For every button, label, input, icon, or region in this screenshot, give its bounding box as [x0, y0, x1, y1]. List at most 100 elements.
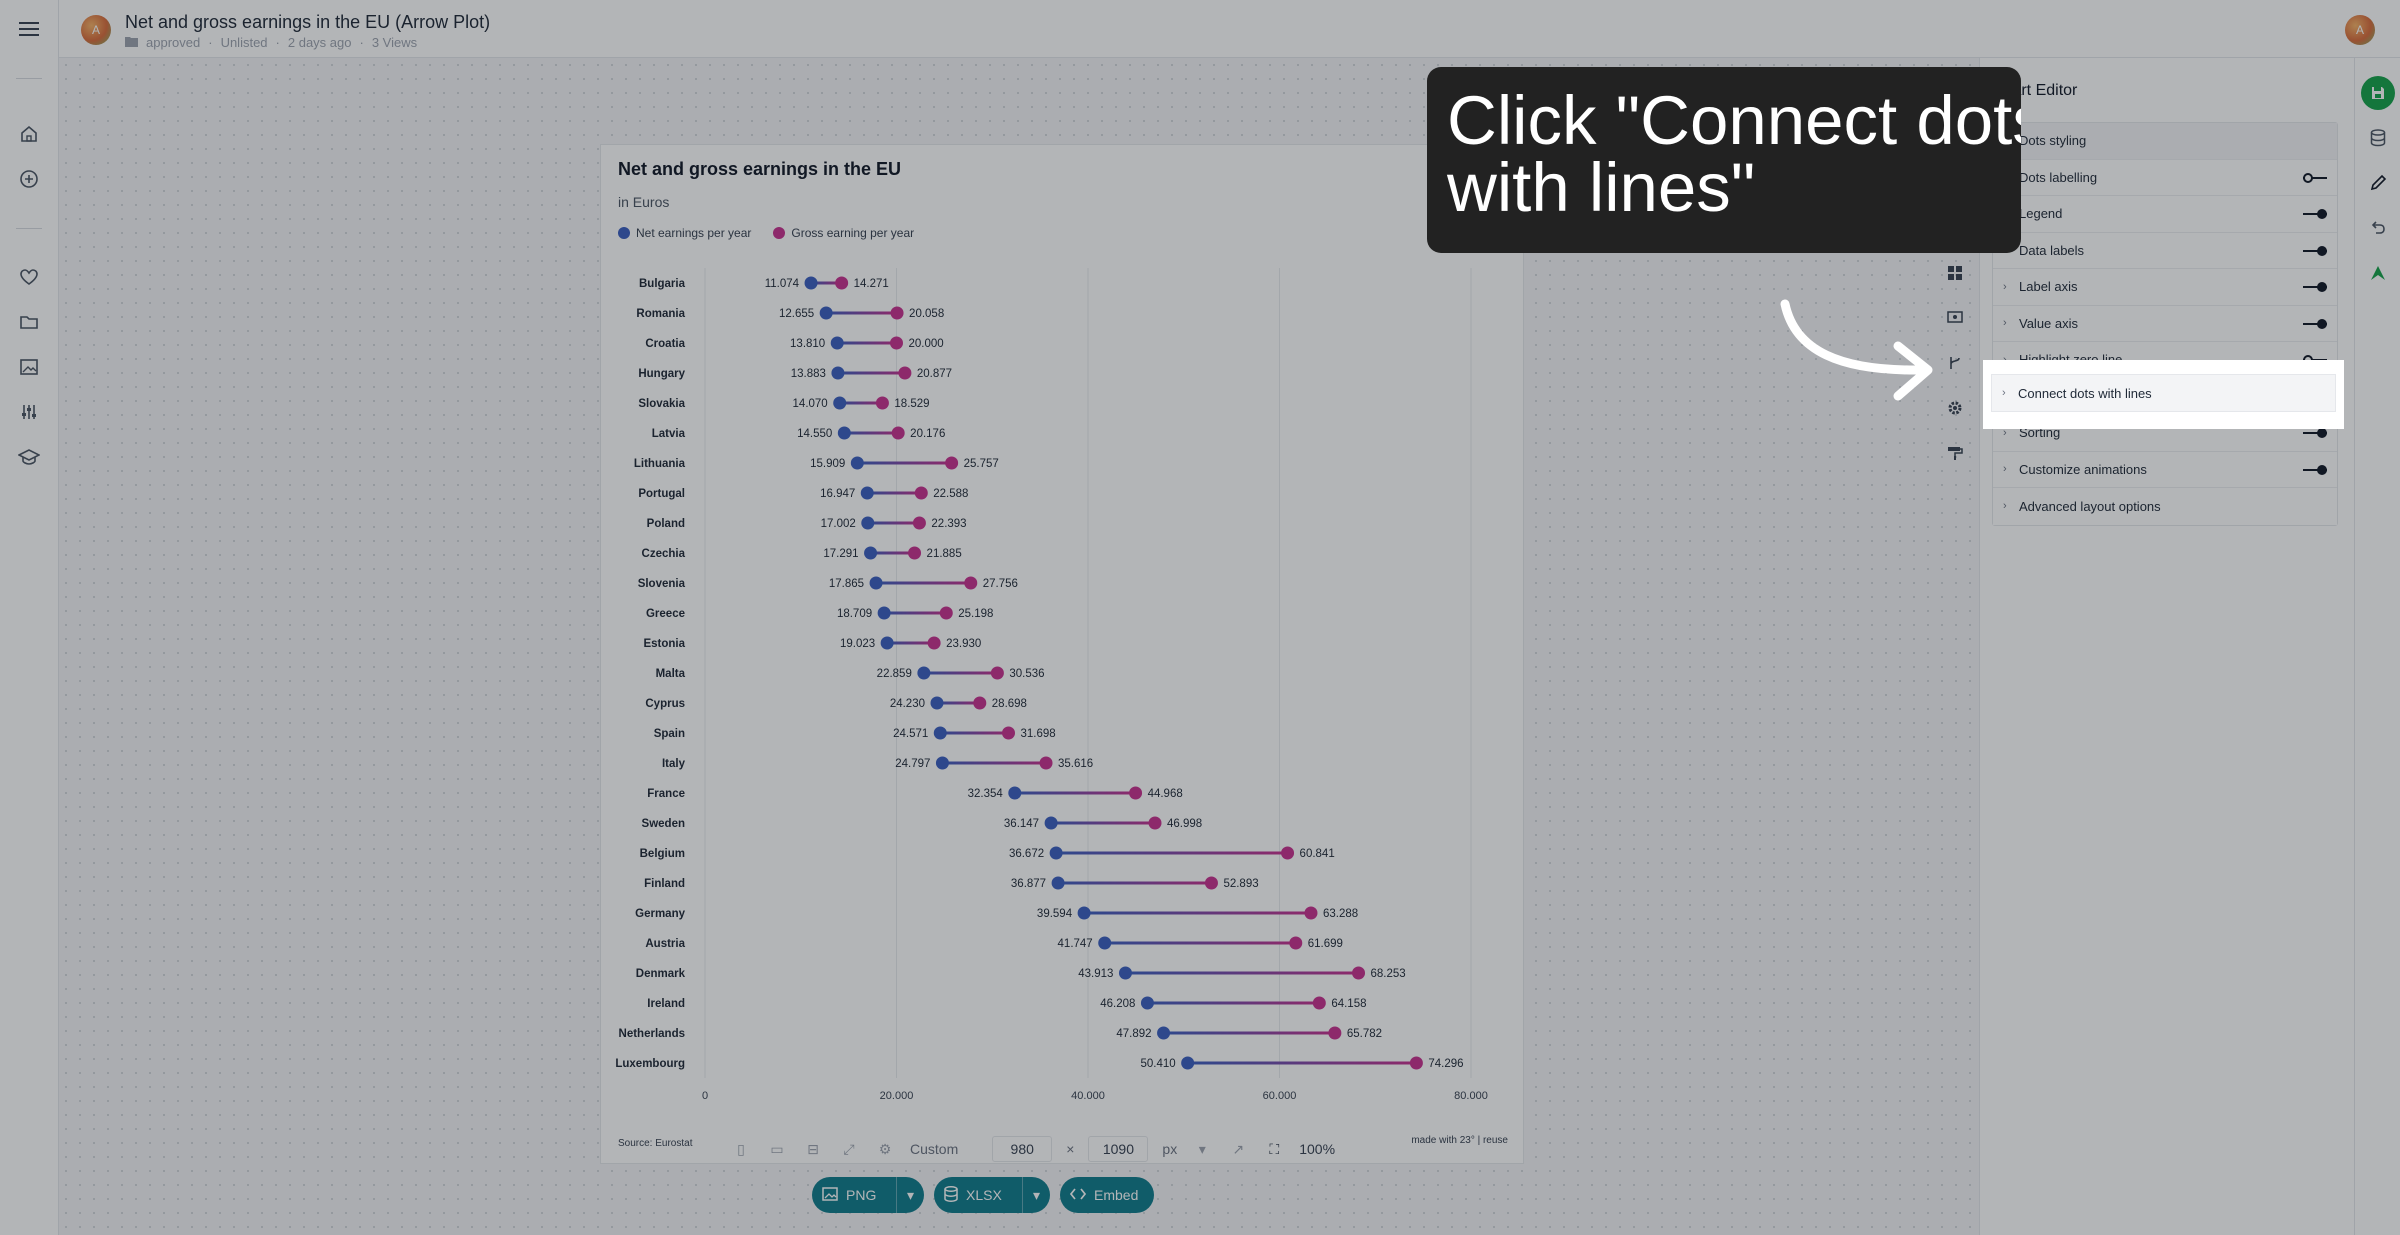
gross-dot	[945, 456, 959, 470]
size-laptop-icon[interactable]: ⊟	[802, 1138, 824, 1160]
sliders-icon[interactable]	[17, 400, 41, 424]
toggle-switch[interactable]	[2303, 282, 2327, 292]
toggle-switch[interactable]	[2303, 172, 2327, 183]
gross-data-label: 61.699	[1308, 938, 1343, 950]
net-dot	[1077, 906, 1091, 920]
gross-data-label: 25.198	[958, 608, 993, 620]
chevron-down-icon[interactable]: ▾	[1021, 1177, 1040, 1213]
size-desktop-icon[interactable]: ▯	[730, 1138, 752, 1160]
option-label: Legend	[2019, 206, 2063, 222]
chevron-down-icon[interactable]: ▾	[1191, 1138, 1213, 1160]
option-advanced-layout[interactable]: › Advanced layout options	[1993, 488, 2337, 525]
category-label: Germany	[635, 908, 685, 920]
folder-icon[interactable]	[17, 310, 41, 334]
net-dot	[833, 396, 847, 410]
home-icon[interactable]	[17, 122, 41, 146]
meta-status[interactable]: approved	[146, 35, 200, 50]
pencil-icon[interactable]	[2366, 171, 2390, 195]
width-input[interactable]: 980	[992, 1136, 1053, 1162]
paint-roller-icon[interactable]	[1943, 441, 1967, 465]
gross-data-label: 22.588	[933, 488, 968, 500]
net-dot	[819, 306, 833, 320]
gross-dot	[891, 426, 905, 440]
net-data-label: 46.208	[1100, 998, 1135, 1010]
zoom-level[interactable]: 100%	[1299, 1141, 1335, 1157]
height-input[interactable]: 1090	[1088, 1136, 1149, 1162]
gear-icon[interactable]	[1943, 396, 1967, 420]
connect-dots-with-lines-option[interactable]: › Connect dots with lines	[1991, 374, 2336, 412]
toggle-switch[interactable]	[2303, 209, 2327, 219]
gross-data-label: 35.616	[1058, 758, 1093, 770]
net-dot	[1181, 1056, 1195, 1070]
export-png-button[interactable]: PNG ▾	[812, 1177, 924, 1213]
gear-icon[interactable]: ⚙	[874, 1138, 896, 1160]
gross-dot	[927, 636, 941, 650]
chevron-down-icon[interactable]: ▾	[895, 1177, 914, 1213]
option-dots-labelling[interactable]: › Dots labelling	[1993, 159, 2337, 196]
heart-icon[interactable]	[17, 265, 41, 289]
size-preset[interactable]: Custom	[910, 1141, 958, 1157]
size-toolbar: ▯ ▭ ⊟ ⤢ ⚙ Custom 980 × 1090 px ▾ ↗ ⛶ 100…	[730, 1136, 1335, 1162]
times-sign: ×	[1066, 1141, 1075, 1157]
fullscreen-icon[interactable]: ⤢	[838, 1138, 860, 1160]
graduation-cap-icon[interactable]	[17, 445, 41, 469]
external-link-icon[interactable]: ↗	[1227, 1138, 1249, 1160]
category-label: Hungary	[638, 368, 685, 380]
category-label: Finland	[644, 878, 685, 890]
toggle-switch[interactable]	[2303, 245, 2327, 256]
option-legend[interactable]: › Legend	[1993, 196, 2337, 233]
category-label: Lithuania	[634, 458, 686, 470]
option-label: Advanced layout options	[2019, 498, 2161, 514]
gross-dot	[908, 546, 922, 560]
image-icon	[822, 1186, 838, 1204]
brand-logo-icon[interactable]	[2366, 261, 2390, 285]
option-customize-animations[interactable]: › Customize animations	[1993, 451, 2337, 488]
category-label: Latvia	[652, 428, 686, 440]
image-icon[interactable]	[17, 355, 41, 379]
chevron-right-icon: ›	[2003, 317, 2007, 330]
menu-icon[interactable]	[17, 17, 41, 41]
save-icon[interactable]	[2361, 76, 2395, 110]
option-data-labels[interactable]: › Data labels	[1993, 232, 2337, 269]
branch-icon[interactable]	[1943, 351, 1967, 375]
chart-editor-panel: Chart Editor › Dots styling › Dots label…	[1979, 58, 2354, 1235]
net-data-label: 17.002	[821, 518, 856, 530]
option-label-axis[interactable]: › Label axis	[1993, 269, 2337, 306]
undo-icon[interactable]	[2366, 216, 2390, 240]
gross-dot	[1409, 1056, 1423, 1070]
net-data-label: 14.550	[797, 428, 832, 440]
gross-data-label: 68.253	[1371, 968, 1406, 980]
toggle-switch[interactable]	[2303, 318, 2327, 329]
option-label: Connect dots with lines	[2018, 385, 2152, 401]
plus-circle-icon[interactable]	[17, 167, 41, 191]
embed-button[interactable]: Embed	[1060, 1177, 1154, 1213]
net-dot	[860, 486, 874, 500]
chart-source: Source: Eurostat	[618, 1138, 693, 1149]
toggle-switch[interactable]	[2303, 464, 2327, 475]
net-data-label: 12.655	[779, 308, 814, 320]
grid-icon[interactable]	[1943, 261, 1967, 285]
net-dot	[1044, 816, 1058, 830]
net-data-label: 39.594	[1037, 908, 1073, 920]
user-avatar[interactable]: A	[2345, 15, 2375, 45]
size-tablet-icon[interactable]: ▭	[766, 1138, 788, 1160]
document-title[interactable]: Net and gross earnings in the EU (Arrow …	[125, 12, 490, 33]
unit-select[interactable]: px	[1162, 1141, 1177, 1157]
toggle-switch[interactable]	[2303, 428, 2327, 438]
category-label: Belgium	[640, 848, 685, 860]
avatar[interactable]: A	[81, 15, 111, 45]
net-data-label: 36.672	[1009, 848, 1044, 860]
zoom-icon[interactable]: ⛶	[1263, 1138, 1285, 1160]
net-dot	[869, 576, 883, 590]
made-with-credit[interactable]: made with 23° | reuse	[1411, 1135, 1508, 1146]
option-dots-styling[interactable]: › Dots styling	[1993, 123, 2337, 160]
category-label: Greece	[646, 608, 685, 620]
gross-dot	[1328, 1026, 1342, 1040]
chevron-right-icon: ›	[2003, 463, 2007, 476]
preview-icon[interactable]	[1943, 306, 1967, 330]
database-icon[interactable]	[2366, 126, 2390, 150]
meta-updated: 2 days ago	[287, 35, 352, 50]
category-label: Portugal	[638, 488, 685, 500]
export-xlsx-button[interactable]: XLSX ▾	[934, 1177, 1050, 1213]
option-value-axis[interactable]: › Value axis	[1993, 305, 2337, 342]
